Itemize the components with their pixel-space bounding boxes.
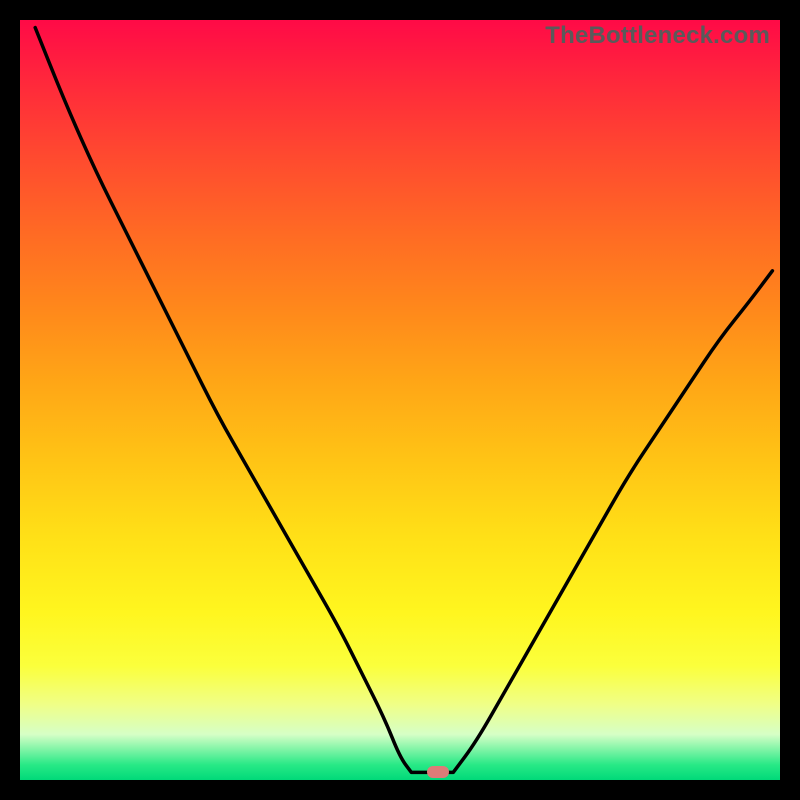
chart-container: TheBottleneck.com [0, 0, 800, 800]
bottleneck-curve [20, 20, 780, 780]
optimal-point-marker [427, 766, 449, 778]
plot-area: TheBottleneck.com [20, 20, 780, 780]
